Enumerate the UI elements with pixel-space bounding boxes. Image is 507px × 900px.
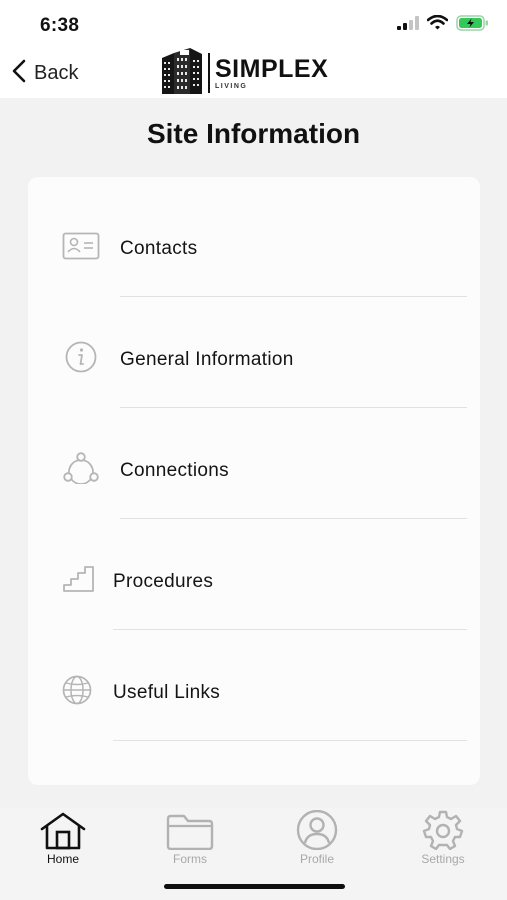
logo-divider: [208, 53, 210, 93]
tab-label: Home: [46, 852, 79, 866]
tab-forms[interactable]: Forms: [145, 810, 235, 866]
connections-icon: [62, 452, 100, 484]
stairs-icon: [60, 564, 98, 594]
logo-text: SIMPLEX LIVING: [215, 54, 329, 90]
menu-item-connections[interactable]: Connections: [28, 409, 480, 520]
chevron-left-icon: [12, 59, 26, 88]
contact-card-icon: [62, 231, 100, 261]
tab-profile[interactable]: Profile: [272, 810, 362, 866]
back-button[interactable]: Back: [12, 58, 78, 88]
tab-label: Settings: [421, 852, 465, 866]
building-logo-icon: [160, 47, 204, 99]
battery-charging-icon: [456, 14, 489, 36]
wifi-icon: [426, 14, 449, 35]
menu-item-procedures[interactable]: Procedures: [28, 520, 480, 631]
profile-icon: [295, 810, 339, 850]
menu-item-useful-links[interactable]: Useful Links: [28, 631, 480, 742]
site-info-menu: Contacts General Information Connections: [28, 177, 480, 785]
simplex-logo: SIMPLEX LIVING: [160, 47, 329, 99]
status-bar: 6:38: [0, 0, 507, 48]
status-time: 6:38: [40, 15, 80, 36]
menu-item-label: Contacts: [120, 238, 198, 259]
menu-divider: [120, 296, 467, 297]
menu-item-label: Connections: [120, 460, 229, 481]
globe-icon: [58, 675, 96, 705]
folder-icon: [166, 810, 214, 850]
menu-item-contacts[interactable]: Contacts: [28, 187, 480, 298]
tab-label: Forms: [173, 852, 207, 866]
menu-divider: [120, 407, 467, 408]
page-title: Site Information: [146, 118, 361, 149]
gear-icon: [421, 810, 465, 850]
status-icons: [397, 14, 489, 36]
navigation-bar: Back SIMPLEX LIVING: [0, 47, 507, 99]
menu-item-general-information[interactable]: General Information: [28, 298, 480, 409]
header-area: 6:38 Back SIMPLEX LIVING: [0, 0, 507, 98]
menu-item-label: Procedures: [113, 571, 214, 592]
logo-sub-text: LIVING: [215, 82, 248, 90]
info-icon: [62, 341, 100, 373]
menu-divider: [120, 518, 467, 519]
menu-divider: [113, 740, 467, 741]
menu-divider: [113, 629, 467, 630]
menu-item-label: General Information: [120, 349, 294, 370]
home-indicator: [164, 884, 345, 889]
logo-main-text: SIMPLEX: [215, 54, 329, 83]
home-icon: [39, 810, 87, 850]
back-label: Back: [34, 61, 79, 84]
menu-item-label: Useful Links: [113, 682, 221, 703]
signal-icon: [397, 15, 419, 35]
tab-home[interactable]: Home: [18, 810, 108, 866]
tab-settings[interactable]: Settings: [398, 810, 488, 866]
tab-label: Profile: [299, 852, 334, 866]
